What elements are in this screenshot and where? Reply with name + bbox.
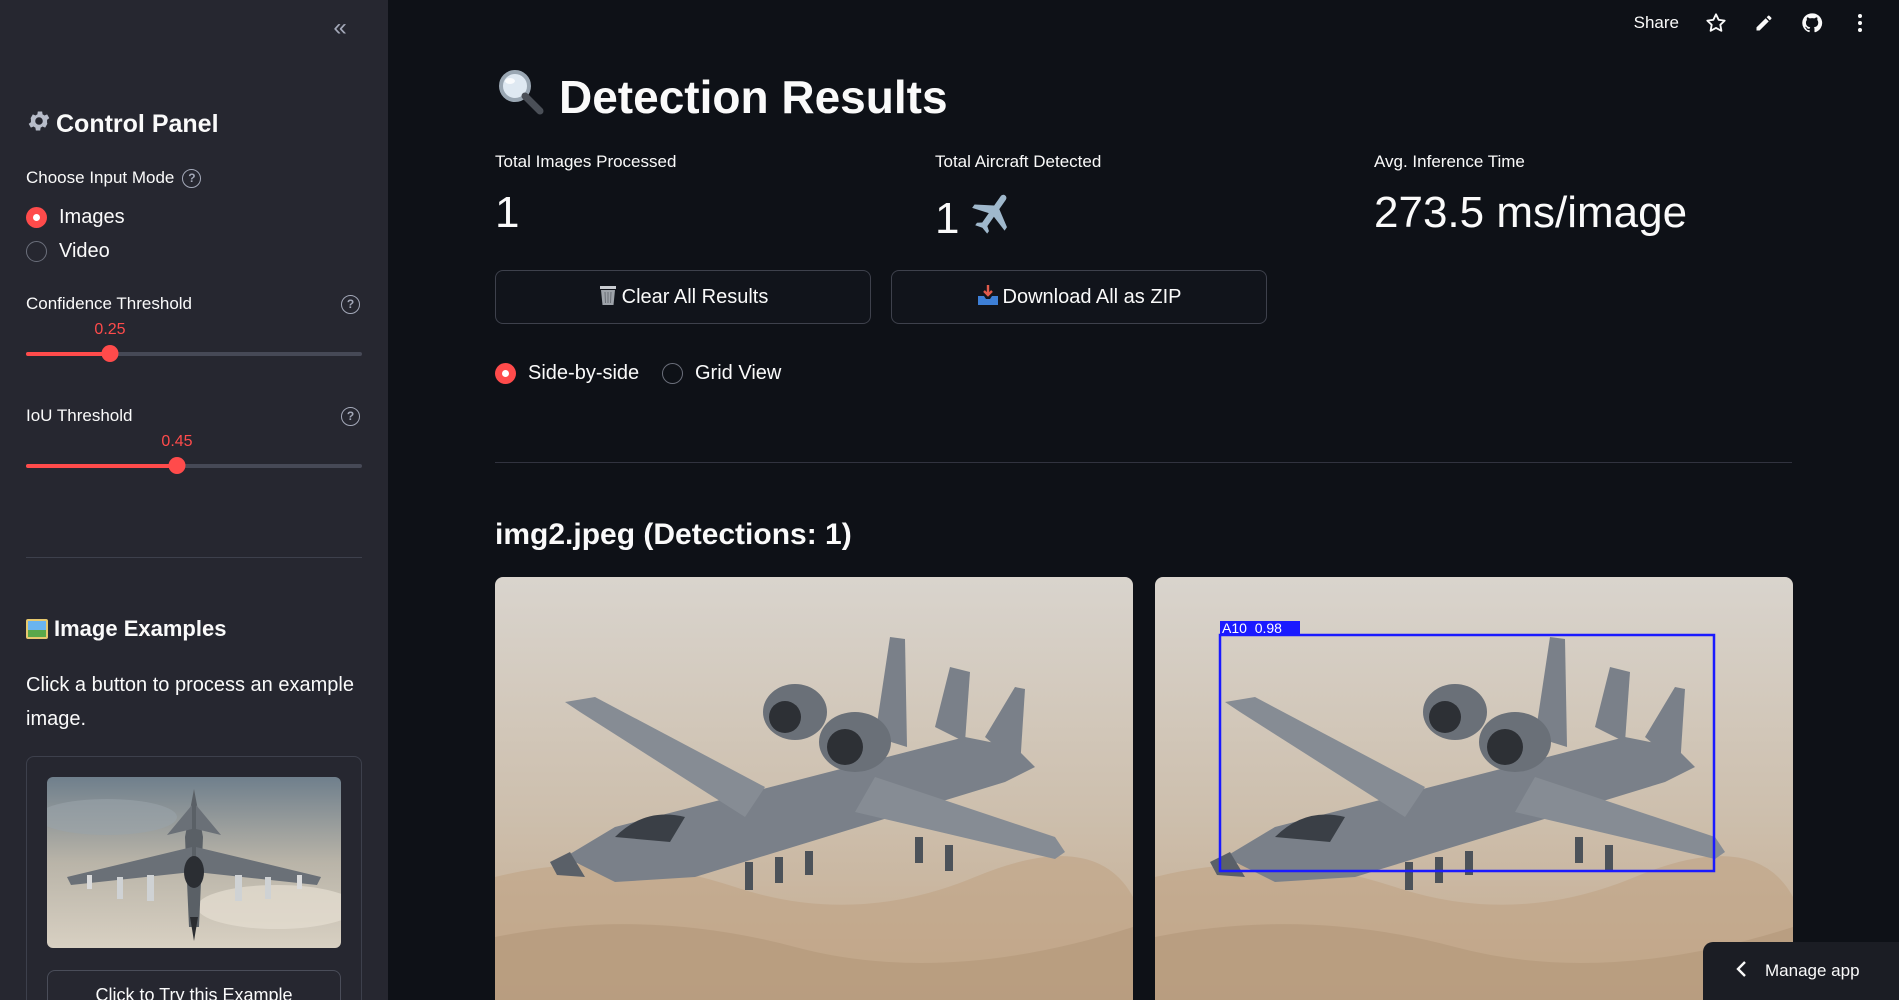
iou-label-text: IoU Threshold <box>26 406 133 425</box>
bounding-box-label: A10 0.98 <box>1222 620 1282 636</box>
metric-value-text: 1 <box>495 188 520 237</box>
metric-value: 1 <box>495 188 676 238</box>
radio-unselected-icon <box>662 363 683 384</box>
view-side-by-side[interactable]: Side-by-side <box>495 362 639 385</box>
sidebar-title-text: Control Panel <box>56 110 219 138</box>
iou-label: IoU Threshold <box>26 406 132 426</box>
input-mode-label-text: Choose Input Mode <box>26 168 175 187</box>
metric-value: 273.5 ms/image <box>1374 188 1687 238</box>
radio-images-label: Images <box>59 206 125 228</box>
confidence-value: 0.25 <box>94 321 126 338</box>
example-card: Click to Try this Example <box>26 756 362 1000</box>
confidence-label: Confidence Threshold <box>26 294 192 314</box>
input-mode-label: Choose Input Mode ? <box>26 168 202 188</box>
image-examples-title: Image Examples <box>26 616 226 642</box>
clear-all-results-button[interactable]: Clear All Results <box>495 270 871 324</box>
more-vertical-icon[interactable] <box>1849 12 1871 34</box>
download-zip-button[interactable]: Download All as ZIP <box>891 270 1267 324</box>
github-icon[interactable] <box>1801 12 1823 34</box>
picture-icon <box>26 619 48 639</box>
airplane-icon <box>969 188 1019 249</box>
confidence-slider[interactable] <box>26 345 362 362</box>
pencil-icon[interactable] <box>1753 12 1775 34</box>
sidebar: « Control Panel Choose Input Mode ? Imag… <box>0 0 388 1000</box>
metric-aircraft-detected: Total Aircraft Detected 1 <box>935 152 1101 249</box>
try-example-button[interactable]: Click to Try this Example <box>47 970 341 1000</box>
original-image <box>495 577 1133 1000</box>
collapse-sidebar-button[interactable]: « <box>326 14 354 42</box>
iou-slider-thumb[interactable] <box>168 457 186 474</box>
result-heading: img2.jpeg (Detections: 1) <box>495 518 852 551</box>
radio-images[interactable]: Images <box>26 206 125 229</box>
iou-slider-fill <box>26 464 177 468</box>
metric-value-text: 1 <box>935 193 960 243</box>
manage-app-label: Manage app <box>1765 961 1860 980</box>
detection-image: A10 0.98 <box>1155 577 1793 1000</box>
share-button[interactable]: Share <box>1634 13 1679 33</box>
confidence-label-text: Confidence Threshold <box>26 294 193 313</box>
view-grid-label: Grid View <box>695 362 782 384</box>
metric-images-processed: Total Images Processed 1 <box>495 152 676 238</box>
gear-icon <box>26 108 52 141</box>
image-examples-description: Click a button to process an example ima… <box>26 674 354 730</box>
top-toolbar: Share <box>1634 12 1871 34</box>
metric-label: Total Images Processed <box>495 152 677 171</box>
radio-selected-icon <box>26 207 47 228</box>
metric-label: Avg. Inference Time <box>1374 152 1525 171</box>
confidence-slider-thumb[interactable] <box>101 345 119 362</box>
iou-value: 0.45 <box>161 433 193 450</box>
iou-slider[interactable] <box>26 457 362 474</box>
chevron-left-icon <box>1735 960 1747 983</box>
help-icon[interactable]: ? <box>182 168 202 188</box>
help-icon[interactable]: ? <box>341 407 360 426</box>
metric-inference-time: Avg. Inference Time 273.5 ms/image <box>1374 152 1687 238</box>
metric-value: 1 <box>935 188 1101 249</box>
radio-video[interactable]: Video <box>26 240 110 263</box>
inbox-tray-icon <box>977 284 999 311</box>
page-title-text: Detection Results <box>559 70 948 123</box>
help-icon[interactable]: ? <box>341 295 360 314</box>
wastebasket-icon <box>598 284 618 311</box>
confidence-slider-fill <box>26 352 110 356</box>
view-side-by-side-label: Side-by-side <box>528 362 640 384</box>
sidebar-title: Control Panel <box>26 108 219 141</box>
clear-all-results-label: Clear All Results <box>621 285 769 308</box>
example-thumbnail <box>47 777 341 948</box>
double-chevron-left-icon: « <box>333 14 347 41</box>
radio-selected-icon <box>495 363 516 384</box>
sidebar-divider <box>26 557 362 558</box>
main-divider <box>495 462 1792 463</box>
page-title: Detection Results <box>495 66 948 127</box>
magnifier-icon <box>495 66 545 127</box>
view-grid[interactable]: Grid View <box>662 362 781 385</box>
metric-value-text: 273.5 ms/image <box>1374 188 1688 237</box>
metric-label: Total Aircraft Detected <box>935 152 1102 171</box>
download-zip-label: Download All as ZIP <box>1002 285 1182 308</box>
radio-video-label: Video <box>59 240 110 262</box>
radio-unselected-icon <box>26 241 47 262</box>
image-examples-title-text: Image Examples <box>54 616 227 641</box>
star-icon[interactable] <box>1705 12 1727 34</box>
manage-app-button[interactable]: Manage app <box>1703 942 1899 1000</box>
